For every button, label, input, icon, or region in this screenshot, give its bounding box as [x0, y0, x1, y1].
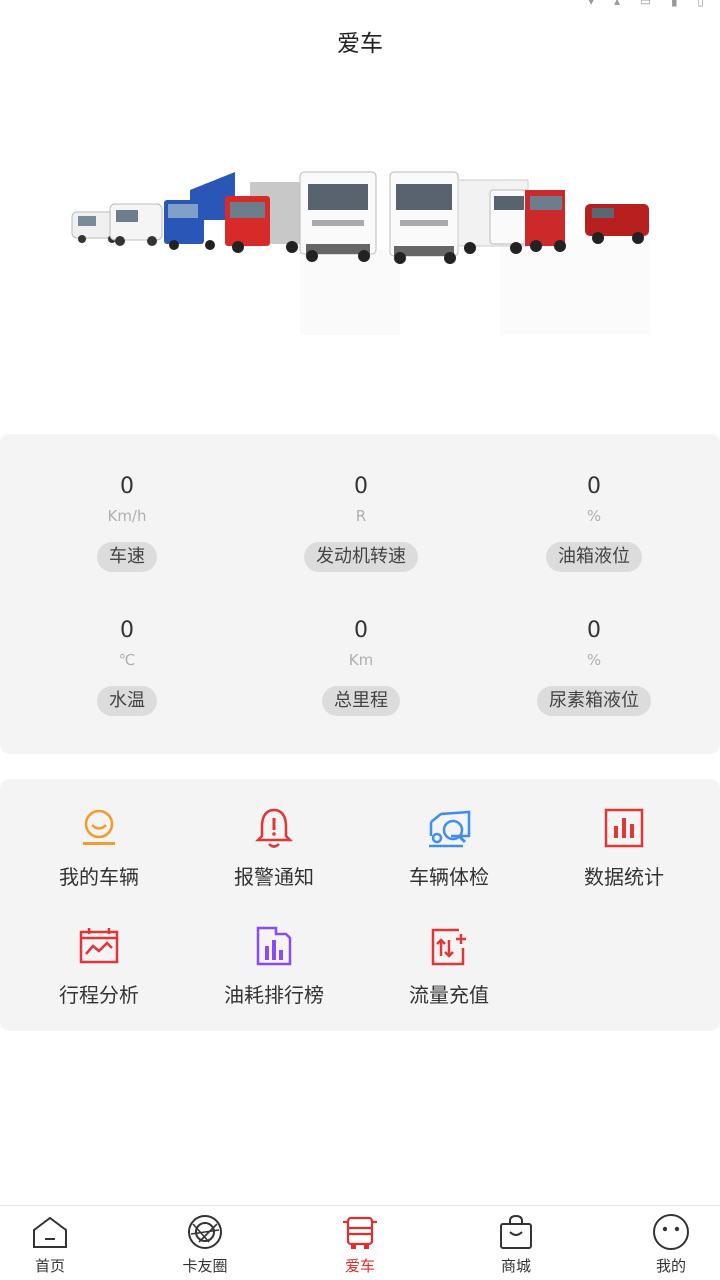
stat-unit: % [586, 507, 602, 525]
stat-value: 0 [587, 474, 601, 499]
white-truck-right [389, 171, 459, 264]
tab-friends-circle[interactable]: 卡友圈 [155, 1212, 255, 1276]
stat-label: 尿素箱液位 [537, 686, 651, 716]
menu-label: 我的车辆 [59, 865, 139, 889]
tab-my-car[interactable]: 爱车 [310, 1212, 410, 1276]
menu-trip-analysis[interactable]: 行程分析 [9, 924, 189, 1010]
stat-speed: 0 Km/h 车速 [7, 472, 247, 572]
menu-label: 流量充值 [409, 983, 489, 1007]
white-box-truck [457, 179, 529, 254]
menu-label: 行程分析 [59, 983, 139, 1007]
tab-label: 首页 [34, 1257, 65, 1275]
function-menu-card: 我的车辆 报警通知 车辆体检 数据统计 行程分析 油耗排行榜 流量充值 [0, 779, 720, 1031]
tab-label: 爱车 [344, 1257, 375, 1275]
tab-label: 卡友圈 [182, 1257, 228, 1275]
tab-mine[interactable]: 我的 [621, 1212, 720, 1276]
menu-alarm-notice[interactable]: 报警通知 [184, 806, 364, 892]
stat-water-temp: 0 ℃ 水温 [7, 616, 247, 716]
status-icons: ▾ ▴ ▭ ▮ ▯ [588, 0, 712, 8]
tab-label: 商城 [500, 1257, 531, 1275]
menu-label: 数据统计 [584, 865, 664, 889]
menu-data-statistics[interactable]: 数据统计 [534, 806, 714, 892]
red-truck [225, 182, 305, 253]
circle-icon [188, 1215, 222, 1249]
stat-value: 0 [354, 618, 368, 643]
menu-vehicle-check[interactable]: 车辆体检 [359, 806, 539, 892]
white-truck-left [299, 171, 377, 262]
stat-label: 总里程 [322, 686, 400, 716]
vehicle-status-card: 0 Km/h 车速 0 R 发动机转速 0 % 油箱液位 0 ℃ 水温 0 Km… [0, 434, 720, 754]
menu-label: 油耗排行榜 [224, 983, 324, 1007]
home-icon [33, 1216, 67, 1248]
profile-face-icon [653, 1214, 689, 1250]
stat-unit: R [355, 507, 367, 525]
stat-total-mileage: 0 Km 总里程 [241, 616, 481, 716]
stat-engine-rpm: 0 R 发动机转速 [241, 472, 481, 572]
stat-value: 0 [354, 474, 368, 499]
tab-home[interactable]: 首页 [0, 1212, 100, 1276]
bottom-tab-bar: 首页 卡友圈 爱车 商城 我的 [0, 1205, 720, 1280]
truck-lineup-banner [71, 171, 650, 335]
white-minibus [109, 203, 163, 246]
menu-label: 报警通知 [234, 865, 314, 889]
red-pickup [585, 204, 649, 244]
my-vehicle-icon [83, 809, 115, 845]
stat-urea-level: 0 % 尿素箱液位 [474, 616, 714, 716]
stat-unit: Km [348, 651, 374, 669]
blue-truck [164, 172, 235, 250]
alarm-bell-icon [254, 808, 294, 848]
red-truck-right [525, 190, 566, 252]
tab-mall[interactable]: 商城 [466, 1212, 566, 1276]
menu-fuel-ranking[interactable]: 油耗排行榜 [184, 924, 364, 1010]
stat-value: 0 [120, 474, 134, 499]
data-recharge-icon [431, 928, 466, 966]
fuel-ranking-icon [256, 926, 292, 966]
status-bar: ▾ ▴ ▭ ▮ ▯ [0, 0, 720, 10]
bar-chart-icon [604, 808, 644, 848]
stat-value: 0 [120, 618, 134, 643]
tab-label: 我的 [655, 1257, 686, 1275]
page-header: 爱车 [0, 22, 720, 66]
page-title: 爱车 [337, 31, 383, 57]
stat-label: 水温 [97, 686, 157, 716]
stat-label: 油箱液位 [546, 542, 642, 572]
vehicle-check-icon [429, 810, 471, 848]
menu-my-vehicle[interactable]: 我的车辆 [9, 806, 189, 892]
stat-label: 发动机转速 [304, 542, 418, 572]
stat-fuel-level: 0 % 油箱液位 [474, 472, 714, 572]
menu-label: 车辆体检 [409, 865, 489, 889]
shopping-bag-icon [500, 1214, 532, 1249]
stat-unit: Km/h [107, 507, 147, 525]
stat-value: 0 [587, 618, 601, 643]
truck-icon [343, 1216, 377, 1249]
menu-data-recharge[interactable]: 流量充值 [359, 924, 539, 1010]
stat-unit: % [586, 651, 602, 669]
stat-label: 车速 [97, 542, 157, 572]
trip-analysis-icon [79, 928, 119, 964]
stat-unit: ℃ [118, 651, 136, 669]
